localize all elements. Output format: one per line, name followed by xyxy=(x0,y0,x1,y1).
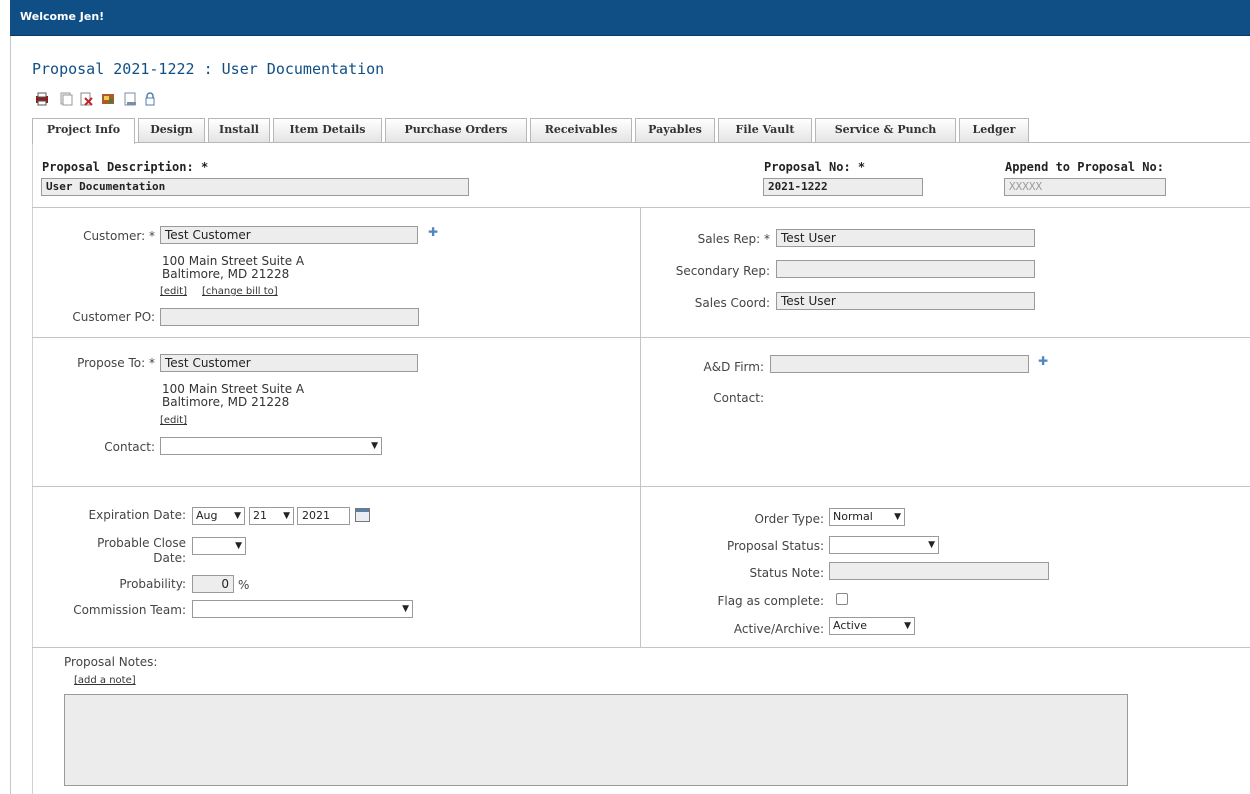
tab-item-details[interactable]: Item Details xyxy=(273,118,382,142)
proposal-status-select[interactable]: ▼ xyxy=(829,536,939,554)
proposal-description-label: Proposal Description: * xyxy=(42,160,209,174)
status-note-label: Status Note: xyxy=(749,566,824,580)
divider xyxy=(32,337,1250,338)
delete-icon[interactable] xyxy=(79,92,93,106)
change-bill-to-link[interactable]: [change bill to] xyxy=(202,286,278,297)
tab-service-punch[interactable]: Service & Punch xyxy=(815,118,956,142)
chevron-down-icon: ▼ xyxy=(894,512,901,522)
commission-team-label: Commission Team: xyxy=(73,603,186,617)
propose-to-label: Propose To: * xyxy=(77,356,155,370)
divider xyxy=(640,338,641,486)
sales-coord-input[interactable]: Test User xyxy=(776,292,1035,310)
add-firm-icon[interactable]: ✚ xyxy=(1038,354,1048,368)
contact-label: Contact: xyxy=(104,440,155,454)
probable-close-label-1: Probable Close xyxy=(97,536,186,550)
chevron-down-icon: ▼ xyxy=(904,621,911,631)
tab-project-info[interactable]: Project Info xyxy=(32,118,135,144)
add-note-link[interactable]: [add a note] xyxy=(74,675,136,686)
probability-input[interactable]: 0 xyxy=(192,575,234,593)
chevron-down-icon: ▼ xyxy=(928,540,935,550)
sales-rep-label: Sales Rep: * xyxy=(697,232,770,246)
print-icon[interactable] xyxy=(35,92,49,106)
propose-to-edit-link[interactable]: [edit] xyxy=(160,415,187,426)
chevron-down-icon: ▼ xyxy=(283,511,290,521)
sales-coord-label: Sales Coord: xyxy=(694,296,770,310)
probable-close-select[interactable]: ▼ xyxy=(192,537,246,555)
ad-firm-input[interactable] xyxy=(770,355,1029,373)
expiration-month-select[interactable]: Aug ▼ xyxy=(192,507,245,525)
proposal-notes-textarea[interactable] xyxy=(64,694,1128,786)
flag-complete-checkbox[interactable] xyxy=(836,593,848,605)
proposal-status-label: Proposal Status: xyxy=(726,539,824,553)
expiration-day-select[interactable]: 21 ▼ xyxy=(249,507,294,525)
chevron-down-icon: ▼ xyxy=(235,541,242,551)
order-type-select[interactable]: Normal ▼ xyxy=(829,508,905,526)
secondary-rep-label: Secondary Rep: xyxy=(675,264,770,278)
divider xyxy=(32,207,1250,208)
chevron-down-icon: ▼ xyxy=(371,441,378,451)
customer-edit-link[interactable]: [edit] xyxy=(160,286,187,297)
customer-input[interactable]: Test Customer xyxy=(160,226,418,244)
probable-close-label-2: Date: xyxy=(153,551,186,565)
active-archive-select[interactable]: Active ▼ xyxy=(829,617,915,635)
add-customer-icon[interactable]: ✚ xyxy=(428,225,438,239)
expiration-date-label: Expiration Date: xyxy=(88,508,186,522)
divider xyxy=(640,208,641,337)
tab-receivables[interactable]: Receivables xyxy=(530,118,632,142)
tools-icon[interactable] xyxy=(101,92,115,106)
lock-icon[interactable] xyxy=(143,92,157,106)
tab-design[interactable]: Design xyxy=(138,118,205,142)
tab-file-vault[interactable]: File Vault xyxy=(718,118,812,142)
commission-team-select[interactable]: ▼ xyxy=(192,600,413,618)
proposal-description-input[interactable]: User Documentation xyxy=(41,178,469,196)
append-proposal-label: Append to Proposal No: xyxy=(1005,160,1164,174)
sales-rep-input[interactable]: Test User xyxy=(776,229,1035,247)
ad-firm-label: A&D Firm: xyxy=(703,360,764,374)
tab-install[interactable]: Install xyxy=(208,118,270,142)
active-archive-label: Active/Archive: xyxy=(733,622,824,636)
status-note-input[interactable] xyxy=(829,562,1049,580)
propose-to-address: 100 Main Street Suite A Baltimore, MD 21… xyxy=(162,382,305,409)
calendar-icon[interactable] xyxy=(355,508,370,522)
append-proposal-input[interactable]: XXXXX xyxy=(1004,178,1166,196)
tab-payables[interactable]: Payables xyxy=(635,118,715,142)
proposal-notes-label: Proposal Notes: xyxy=(64,655,158,669)
expiration-year-input[interactable]: 2021 xyxy=(297,507,350,525)
page-title: Proposal 2021-1222 : User Documentation xyxy=(32,60,385,78)
proposal-no-input[interactable]: 2021-1222 xyxy=(763,178,923,196)
ad-contact-label: Contact: xyxy=(713,391,764,405)
copy-icon[interactable] xyxy=(59,92,73,106)
divider xyxy=(32,647,1250,648)
propose-to-input[interactable]: Test Customer xyxy=(160,354,418,372)
probability-label: Probability: xyxy=(119,577,186,591)
divider xyxy=(640,487,641,647)
customer-po-input[interactable] xyxy=(160,308,419,326)
welcome-bar: Welcome Jen! xyxy=(10,0,1250,36)
document-icon[interactable] xyxy=(123,92,137,106)
welcome-text: Welcome Jen! xyxy=(20,10,105,23)
tab-ledger[interactable]: Ledger xyxy=(959,118,1029,142)
chevron-down-icon: ▼ xyxy=(234,511,241,521)
proposal-no-label: Proposal No: * xyxy=(764,160,866,174)
divider xyxy=(32,486,1250,487)
secondary-rep-input[interactable] xyxy=(776,260,1035,278)
flag-complete-label: Flag as complete: xyxy=(717,594,824,608)
customer-address: 100 Main Street Suite A Baltimore, MD 21… xyxy=(162,254,305,281)
customer-po-label: Customer PO: xyxy=(72,310,155,324)
contact-select[interactable]: ▼ xyxy=(160,437,382,455)
order-type-label: Order Type: xyxy=(754,512,824,526)
left-border xyxy=(10,36,11,794)
probability-unit: % xyxy=(238,578,250,592)
tab-purchase-orders[interactable]: Purchase Orders xyxy=(385,118,527,142)
customer-label: Customer: * xyxy=(83,229,155,243)
chevron-down-icon: ▼ xyxy=(402,604,409,614)
